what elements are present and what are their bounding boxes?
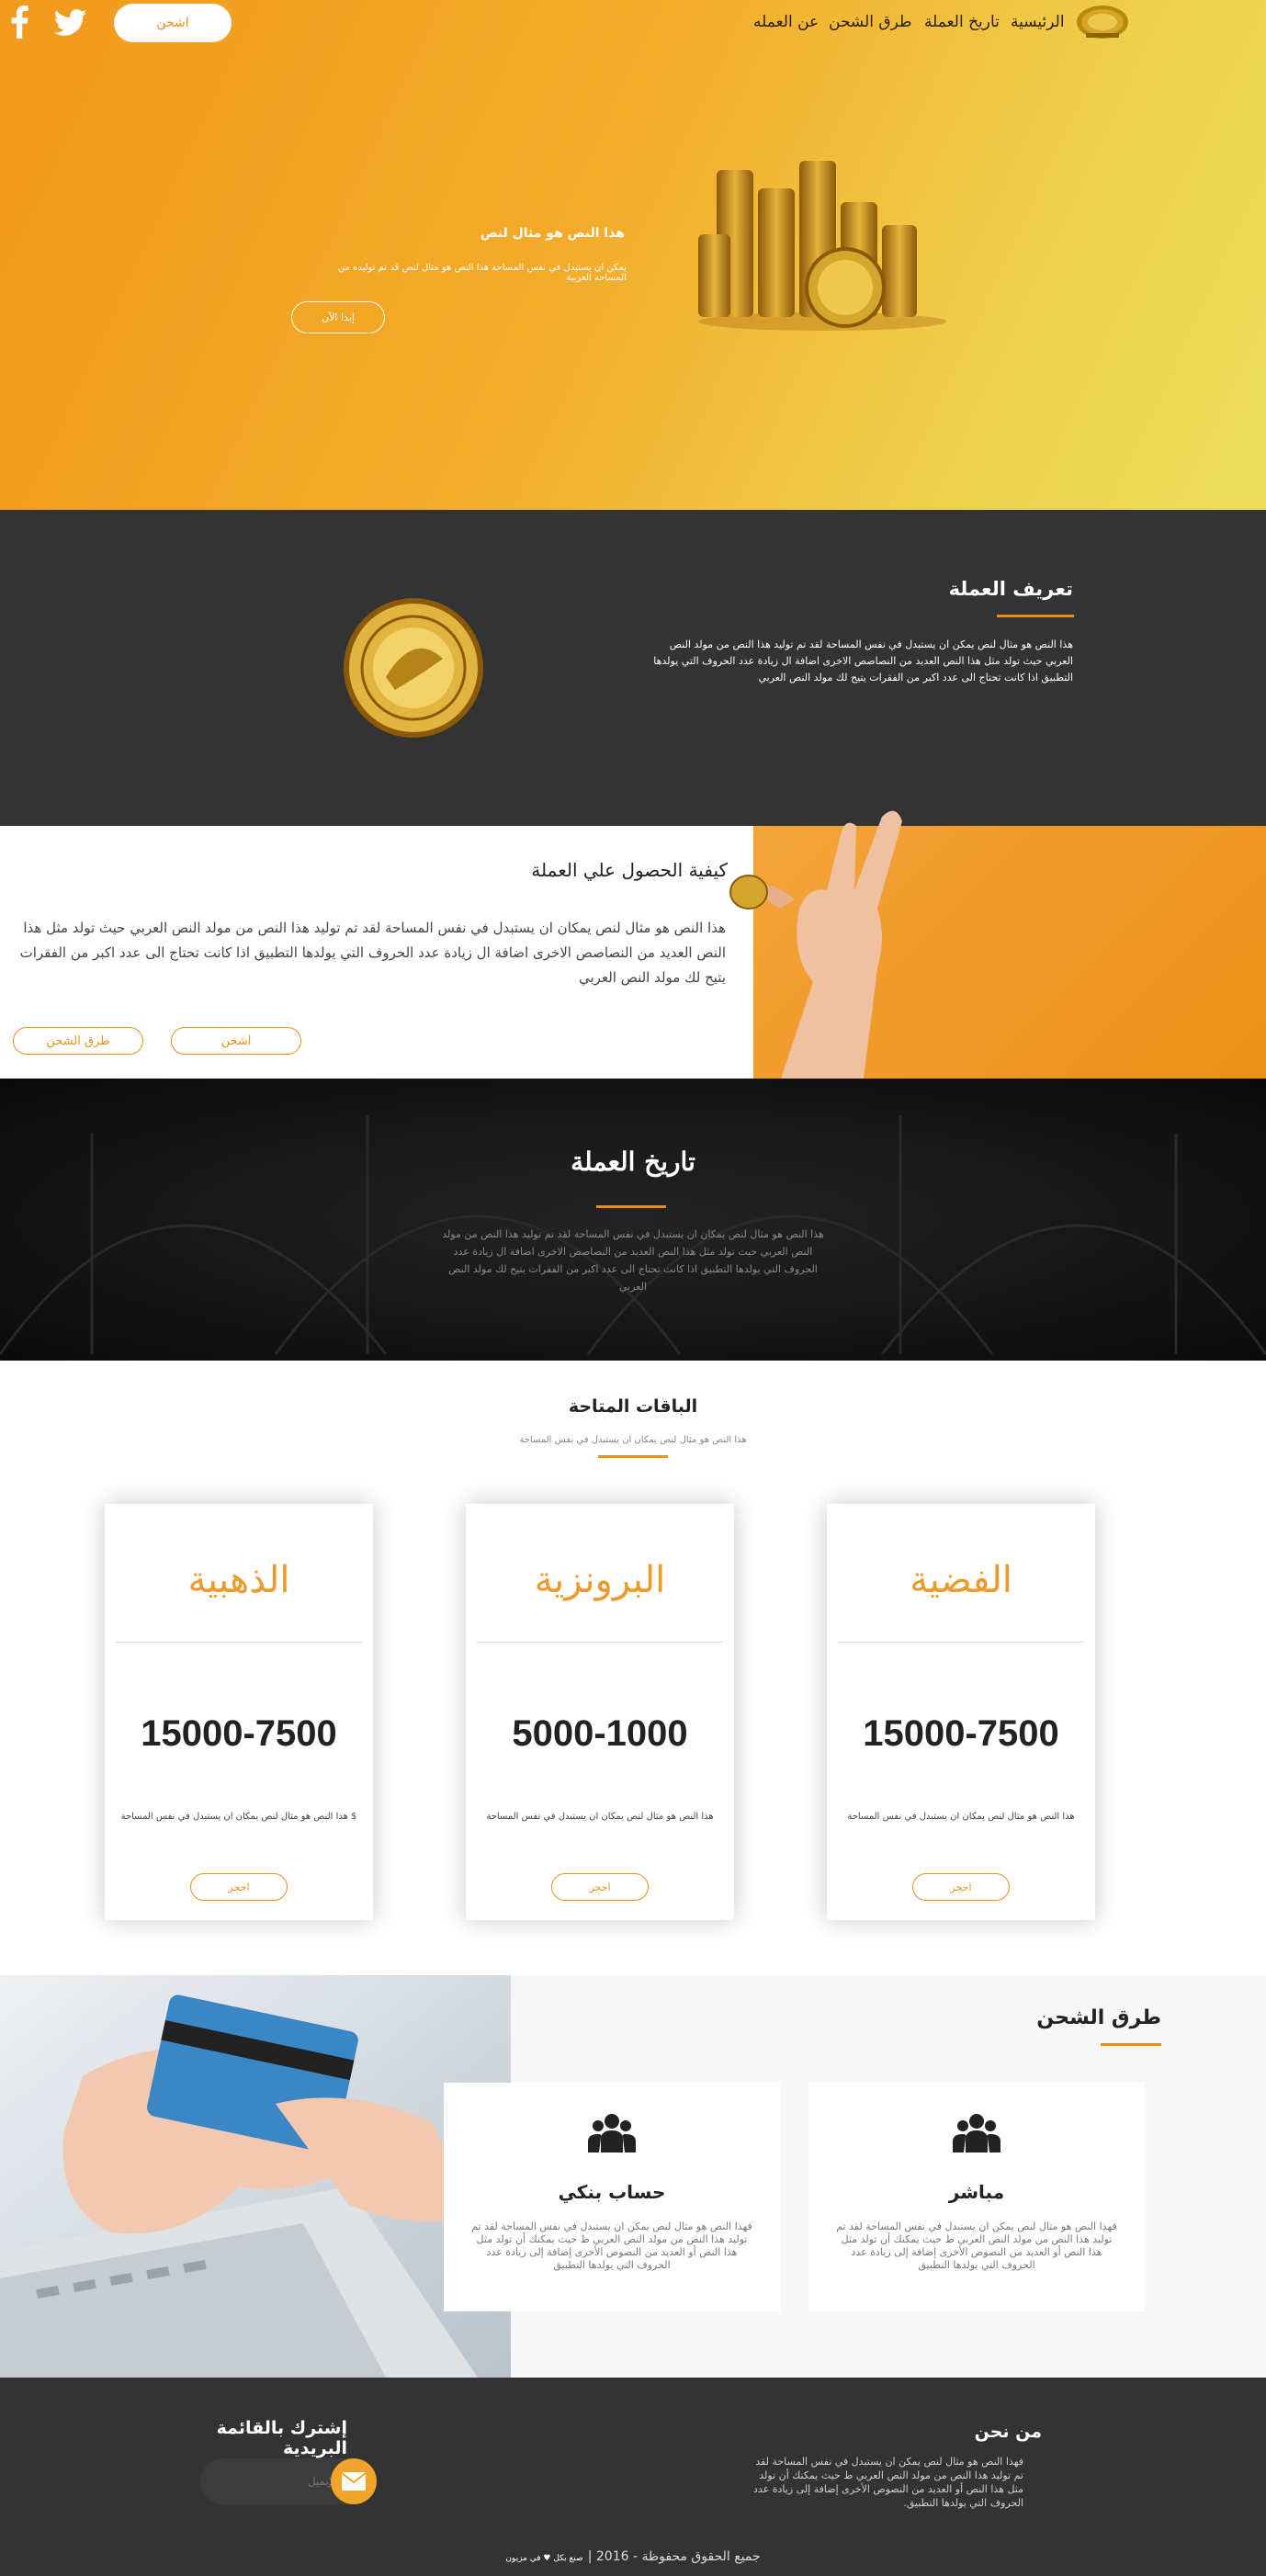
- nav-home-link[interactable]: الرئيسية: [1011, 13, 1065, 31]
- nav-about-link[interactable]: عن العمله: [753, 13, 819, 31]
- package-name: الذهبية: [187, 1559, 290, 1601]
- package-name: البرونزية: [534, 1559, 666, 1601]
- subscribe-button[interactable]: [331, 2458, 377, 2504]
- twitter-icon[interactable]: [53, 9, 88, 37]
- methods-title: طرق الشحن: [1036, 2006, 1161, 2029]
- nav-history-link[interactable]: تاريخ العملة: [924, 13, 1000, 31]
- package-price: 15000-7500: [863, 1713, 1059, 1754]
- definition-title: تعريف العملة: [948, 578, 1073, 600]
- facebook-icon[interactable]: [9, 6, 29, 39]
- email-field[interactable]: [219, 2468, 338, 2495]
- email-field-wrapper: [200, 2458, 377, 2504]
- package-divider: [477, 1642, 723, 1643]
- package-price: 15000-7500: [141, 1713, 337, 1754]
- package-price: 5000-1000: [512, 1713, 688, 1754]
- copyright-bar: جميع الحقوق محفوظة - 2016 | صنع بكل ♥ في…: [441, 2547, 825, 2564]
- package-card-silver: الفضية 15000-7500 هذا النص هو مثال لنص ي…: [827, 1504, 1095, 1920]
- packages-title: الباقات المتاحة: [568, 1396, 698, 1417]
- book-button[interactable]: احجز: [190, 1873, 288, 1901]
- method-title: حساب بنكي: [558, 2181, 666, 2203]
- how-charge-button[interactable]: اشحن: [171, 1027, 301, 1055]
- hero-title: هذا النص هو مثال لنص: [480, 226, 625, 241]
- subscribe-title: إشترك بالقائمة البريدية: [216, 2418, 347, 2458]
- history-title: تاريخ العملة: [571, 1147, 695, 1177]
- method-title: مباشر: [948, 2181, 1005, 2203]
- credit-text: صنع بكل ♥ في مزيون: [505, 2554, 583, 2563]
- hand-holding-coin-image: [729, 810, 902, 1079]
- package-name: الفضية: [910, 1559, 1012, 1601]
- package-description: هذا النص هو مثال لنص يمكان ان يستبدل في …: [847, 1812, 1075, 1822]
- package-divider: [116, 1642, 362, 1643]
- site-logo[interactable]: [1073, 2, 1132, 40]
- card-payment-image: [0, 1975, 511, 2378]
- package-description: $ هذا النص هو مثال لنص يمكان ان يستبدل ف…: [120, 1812, 357, 1822]
- about-title: من نحن: [974, 2422, 1042, 2442]
- envelope-icon: [341, 2472, 367, 2491]
- packages-subtitle: هذا النص هو مثال لنص يمكان ان يستبدل في …: [519, 1435, 747, 1445]
- how-title: كيفية الحصول علي العملة: [531, 859, 728, 881]
- history-text: هذا النص هو مثال لنص يمكان ان يستبدل في …: [442, 1228, 824, 1293]
- book-button[interactable]: احجز: [551, 1873, 649, 1901]
- nav-charge-methods-link[interactable]: طرق الشحن: [829, 13, 912, 31]
- about-text: فهذا النص هو مثال لنص يمكن ان يستبدل في …: [753, 2456, 1023, 2509]
- coin-definition-section: تعريف العملة هذا النص هو مثال لنص يمكن ا…: [0, 510, 1266, 826]
- how-charge-methods-button[interactable]: طرق الشحن: [13, 1027, 143, 1055]
- architecture-background: [0, 1115, 1266, 1355]
- history-underline: [596, 1205, 666, 1208]
- how-to-get-section: كيفية الحصول علي العملة هذا النص هو مثال…: [0, 810, 1266, 1079]
- group-icon: [953, 2114, 1000, 2152]
- package-card-bronze: البرونزية 5000-1000 هذا النص هو مثال لنص…: [466, 1504, 734, 1920]
- packages-underline: [598, 1455, 668, 1458]
- method-card-direct[interactable]: مباشر فهذا النص هو مثال لنص يمكن ان يستب…: [808, 2083, 1145, 2311]
- method-description: فهذا النص هو مثال لنص يمكن ان يستبدل في …: [471, 2220, 752, 2271]
- nav-charge-button[interactable]: اشحن: [114, 4, 232, 42]
- group-icon: [588, 2114, 636, 2152]
- package-divider: [838, 1642, 1084, 1643]
- how-text: هذا النص هو مثال لنص يمكان ان يستبدل في …: [19, 920, 726, 986]
- book-button[interactable]: احجز: [912, 1873, 1010, 1901]
- hero-section: الرئيسية تاريخ العملة طرق الشحن عن العمل…: [0, 0, 1266, 510]
- coin-stack-image: [698, 161, 946, 331]
- method-card-bank[interactable]: حساب بنكي فهذا النص هو مثال لنص يمكن ان …: [444, 2083, 780, 2311]
- footer: إشترك بالقائمة البريدية من نحن فهذا النص…: [0, 2378, 1266, 2576]
- hero-subtitle: يمكن ان يستبدل في نفس المساحة هذا النص ه…: [337, 263, 627, 283]
- hero-start-button[interactable]: إبدا الآن: [291, 301, 385, 333]
- package-description: هذا النص هو مثال لنص يمكان ان يستبدل في …: [486, 1812, 714, 1822]
- definition-text: هذا النص هو مثال لنص يمكن ان يستبدل في ن…: [653, 638, 1073, 684]
- definition-underline: [997, 615, 1074, 617]
- copyright-text: جميع الحقوق محفوظة - 2016 |: [587, 2549, 761, 2564]
- methods-underline: [1101, 2043, 1161, 2046]
- method-description: فهذا النص هو مثال لنص يمكن ان يستبدل في …: [836, 2220, 1117, 2271]
- coin-history-section: تاريخ العملة هذا النص هو مثال لنص يمكان …: [0, 1079, 1266, 1361]
- package-card-gold: الذهبية 15000-7500 $ هذا النص هو مثال لن…: [105, 1504, 373, 1920]
- coin-image: [344, 598, 483, 738]
